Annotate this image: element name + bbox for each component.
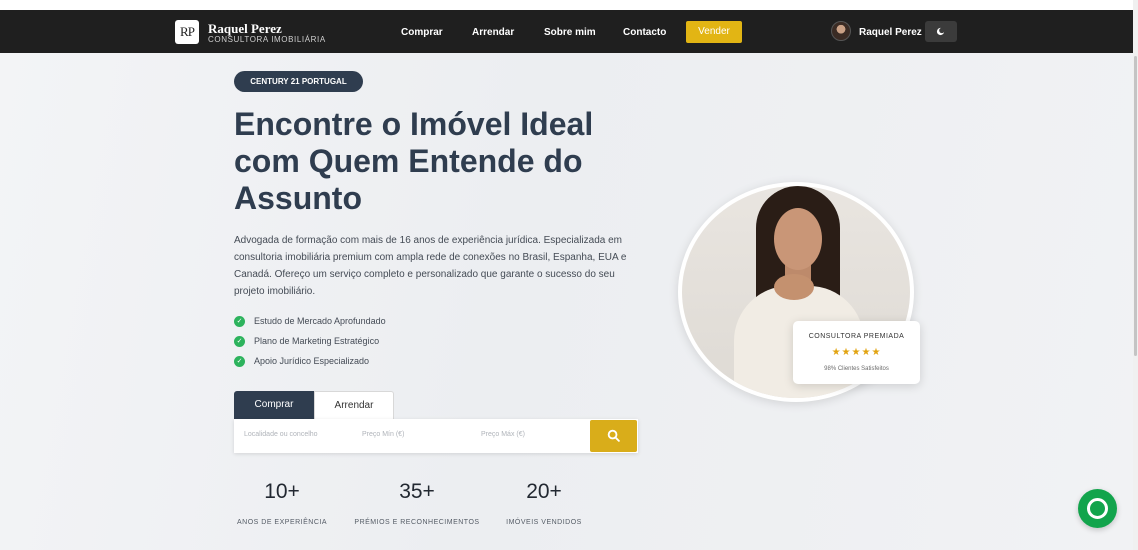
theme-toggle-icon bbox=[936, 27, 945, 36]
check-icon: ✓ bbox=[234, 316, 245, 327]
nav-link-contacto[interactable]: Contacto bbox=[623, 27, 666, 38]
check-icon: ✓ bbox=[234, 336, 245, 347]
location-input[interactable]: Localidade ou concelho bbox=[244, 431, 318, 438]
feature-label: Apoio Jurídico Especializado bbox=[254, 356, 370, 366]
search-button[interactable] bbox=[590, 420, 637, 452]
award-card: CONSULTORA PREMIADA ★★★★★ 98% Clientes S… bbox=[793, 321, 920, 384]
stat-value-awards: 35+ bbox=[399, 480, 435, 503]
page-title: Encontre o Imóvel Ideal com Quem Entende… bbox=[234, 106, 594, 216]
max-price-input[interactable]: Preço Máx (€) bbox=[481, 431, 525, 438]
min-price-input[interactable]: Preço Mín (€) bbox=[362, 431, 404, 438]
stat-label-experience: ANOS DE EXPERIÊNCIA bbox=[236, 519, 328, 526]
nav-link-sobre-mim[interactable]: Sobre mim bbox=[544, 27, 596, 38]
feature-label: Plano de Marketing Estratégico bbox=[254, 336, 380, 346]
award-title: CONSULTORA PREMIADA bbox=[808, 333, 905, 340]
chat-icon bbox=[1087, 498, 1108, 519]
check-icon: ✓ bbox=[234, 356, 245, 367]
portrait-face bbox=[774, 208, 822, 270]
stat-label-awards: PRÉMIOS E RECONHECIMENTOS bbox=[354, 519, 480, 526]
logo-icon[interactable]: RP bbox=[175, 20, 199, 44]
theme-toggle-button[interactable] bbox=[925, 21, 957, 42]
stat-value-sold: 20+ bbox=[526, 480, 562, 503]
tab-arrendar[interactable]: Arrendar bbox=[314, 391, 394, 419]
century21-badge: CENTURY 21 PORTUGAL bbox=[234, 71, 363, 92]
stat-label-sold: IMÓVEIS VENDIDOS bbox=[506, 519, 582, 526]
nav-link-arrendar[interactable]: Arrendar bbox=[472, 27, 514, 38]
hero-description: Advogada de formação com mais de 16 anos… bbox=[234, 235, 627, 297]
tab-comprar[interactable]: Comprar bbox=[234, 391, 314, 419]
portrait-hand bbox=[774, 274, 814, 300]
chat-button[interactable] bbox=[1078, 489, 1117, 528]
stat-value-experience: 10+ bbox=[264, 480, 300, 503]
nav-link-comprar[interactable]: Comprar bbox=[401, 27, 443, 38]
vender-button[interactable]: Vender bbox=[686, 21, 742, 43]
top-navbar: RP Raquel Perez CONSULTORA IMOBILIÁRIA C… bbox=[0, 10, 1133, 53]
property-search-bar: Localidade ou concelho Preço Mín (€) Pre… bbox=[234, 419, 638, 453]
award-subtitle: 98% Clientes Satisfeitos bbox=[824, 366, 889, 372]
user-name[interactable]: Raquel Perez bbox=[859, 27, 922, 38]
rating-stars-icon: ★★★★★ bbox=[831, 347, 882, 358]
scrollbar-thumb[interactable] bbox=[1134, 56, 1137, 356]
feature-label: Estudo de Mercado Aprofundado bbox=[254, 316, 386, 326]
brand-subtitle: CONSULTORA IMOBILIÁRIA bbox=[208, 35, 326, 44]
user-avatar[interactable] bbox=[831, 21, 851, 41]
search-icon bbox=[607, 429, 620, 442]
